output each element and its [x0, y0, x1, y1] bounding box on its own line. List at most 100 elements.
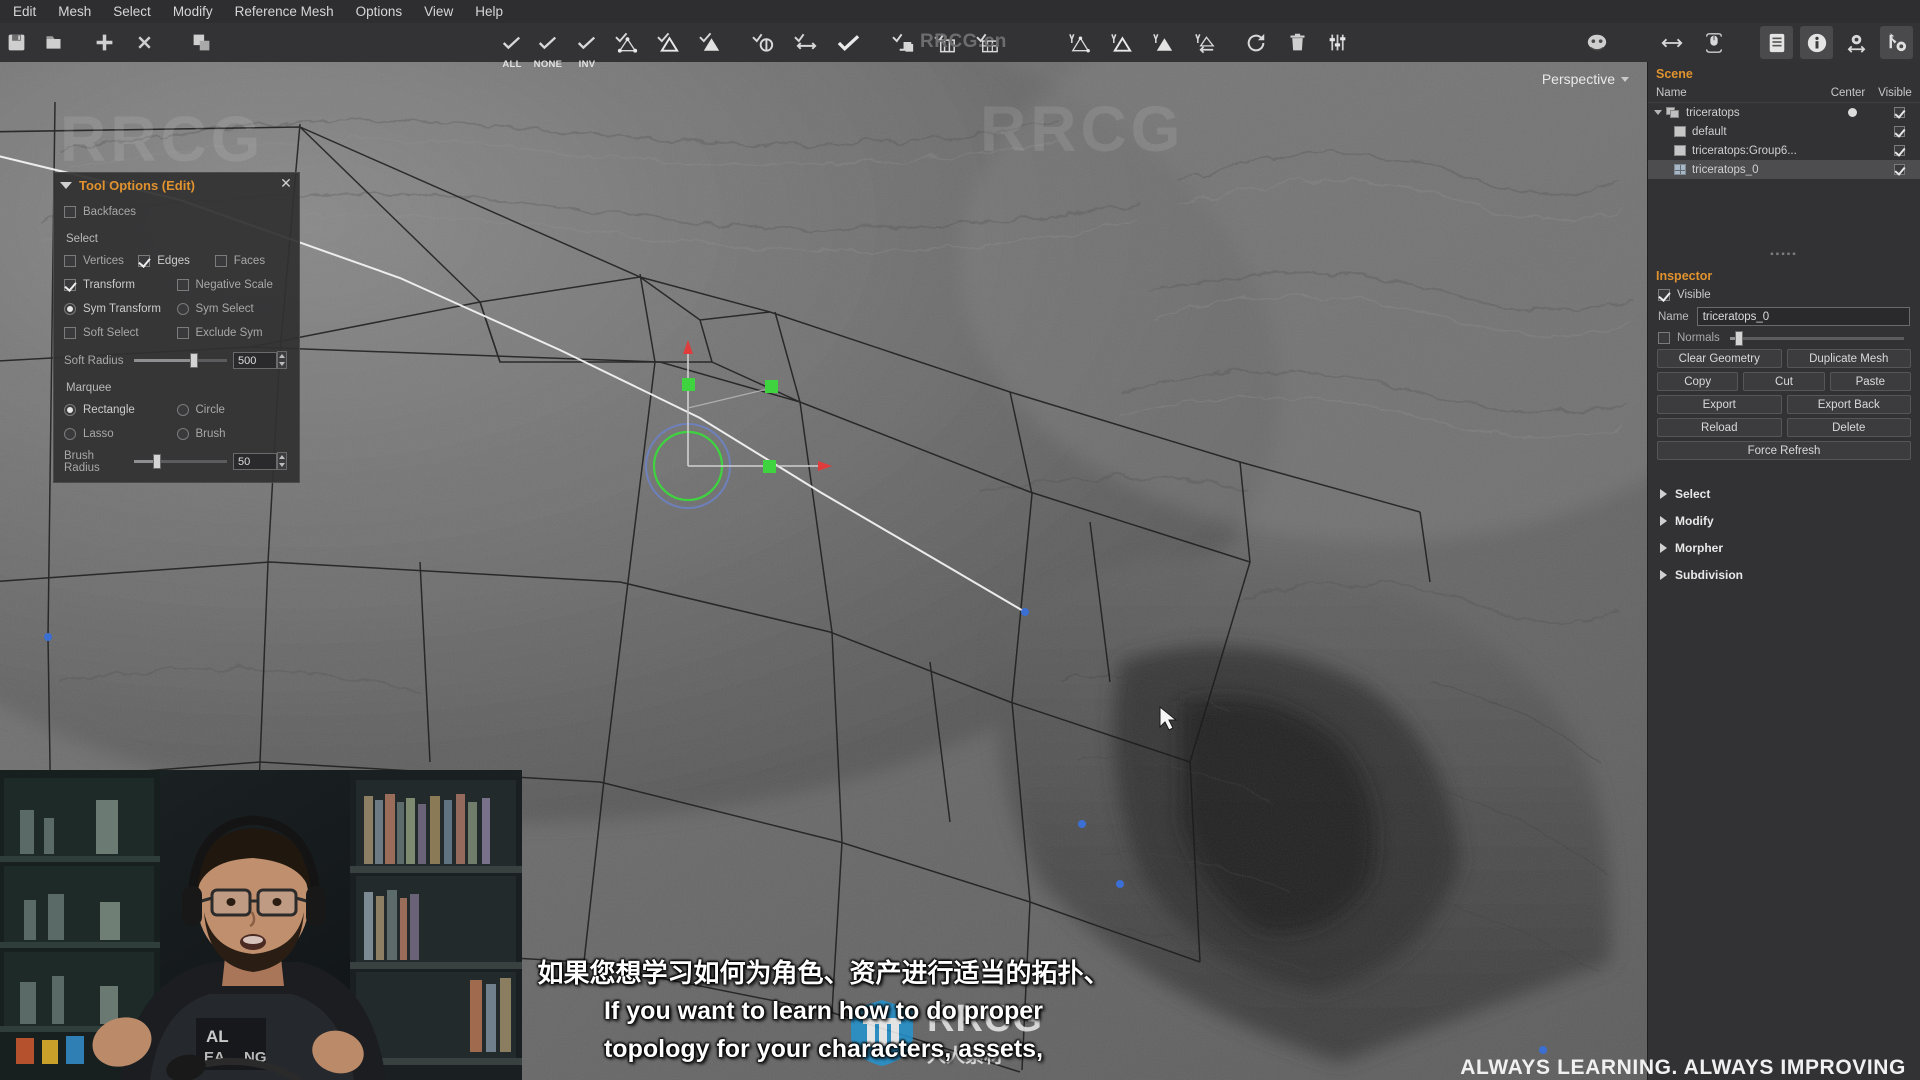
- inspector-visible-row[interactable]: Visible: [1648, 286, 1920, 304]
- copy-button[interactable]: Copy: [1657, 372, 1739, 391]
- transform-checkbox[interactable]: [64, 279, 76, 291]
- clipboard-icon[interactable]: [1760, 26, 1793, 59]
- section-modify[interactable]: Modify: [1648, 507, 1920, 534]
- select-all-icon[interactable]: [495, 26, 528, 59]
- marquee-brush-option[interactable]: Brush: [176, 428, 290, 440]
- refresh-icon[interactable]: [1239, 26, 1272, 59]
- export-button[interactable]: Export: [1657, 395, 1782, 414]
- sym-select-radio[interactable]: [176, 303, 189, 315]
- backfaces-row[interactable]: Backfaces: [64, 200, 289, 224]
- brush-radio[interactable]: [176, 428, 189, 440]
- tweak-edges-icon[interactable]: [1105, 26, 1138, 59]
- menu-item-help[interactable]: Help: [464, 1, 514, 22]
- close-icon[interactable]: ✕: [279, 176, 293, 190]
- exclude-sym-option[interactable]: Exclude Sym: [176, 327, 290, 339]
- vertices-checkbox[interactable]: [64, 255, 76, 267]
- sym-transform-radio[interactable]: [64, 303, 76, 315]
- soft-select-checkbox[interactable]: [64, 327, 76, 339]
- clear-geometry-button[interactable]: Clear Geometry: [1657, 349, 1782, 368]
- open-icon[interactable]: [37, 26, 70, 59]
- soft-radius-stepper[interactable]: [277, 350, 287, 369]
- tool-options-panel[interactable]: Tool Options (Edit) ✕ Backfaces Select V…: [53, 172, 300, 483]
- delete-icon[interactable]: [128, 26, 161, 59]
- tool-options-header[interactable]: Tool Options (Edit) ✕: [54, 173, 299, 197]
- soft-radius-value[interactable]: 500: [233, 352, 277, 369]
- cut-button[interactable]: Cut: [1743, 372, 1825, 391]
- circle-radio[interactable]: [176, 404, 189, 416]
- confirm-icon[interactable]: [832, 26, 865, 59]
- negative-scale-option[interactable]: Negative Scale: [176, 279, 290, 291]
- lasso-radio[interactable]: [64, 428, 76, 440]
- gear-move-icon[interactable]: [1840, 26, 1873, 59]
- scene-tree-row-triceratops[interactable]: triceratops: [1648, 103, 1920, 122]
- expand-caret-icon[interactable]: [1654, 110, 1662, 115]
- duplicate-icon[interactable]: [185, 26, 218, 59]
- marquee-circle-option[interactable]: Circle: [176, 404, 290, 416]
- normals-checkbox[interactable]: [1658, 332, 1670, 344]
- viewport-perspective-selector[interactable]: Perspective: [1542, 71, 1629, 87]
- trash-icon[interactable]: [1281, 26, 1314, 59]
- inspector-visible-checkbox[interactable]: [1658, 289, 1670, 301]
- select-faces-option[interactable]: Faces: [214, 255, 289, 267]
- menu-item-options[interactable]: Options: [345, 1, 414, 22]
- marquee-rectangle-option[interactable]: Rectangle: [64, 404, 177, 416]
- brush-radius-stepper[interactable]: [277, 451, 287, 470]
- negative-scale-checkbox[interactable]: [176, 279, 189, 291]
- delete-button[interactable]: Delete: [1786, 418, 1911, 437]
- sym-select-option[interactable]: Sym Select: [176, 303, 290, 315]
- soft-select-option[interactable]: Soft Select: [64, 327, 177, 339]
- brush-radius-value[interactable]: 50: [233, 453, 277, 470]
- transform-option[interactable]: Transform: [64, 279, 177, 291]
- exclude-sym-checkbox[interactable]: [176, 327, 189, 339]
- tweak-faces-icon[interactable]: [1147, 26, 1180, 59]
- select-vertices-option[interactable]: Vertices: [64, 255, 138, 267]
- menu-item-select[interactable]: Select: [102, 1, 162, 22]
- visible-checkbox[interactable]: [1893, 164, 1905, 175]
- convert-icon[interactable]: [748, 26, 781, 59]
- add-icon[interactable]: [88, 26, 121, 59]
- faces-checkbox[interactable]: [214, 255, 227, 267]
- mouse-icon[interactable]: [1697, 26, 1730, 59]
- scene-tree-row-group6[interactable]: triceratops:Group6...: [1648, 141, 1920, 160]
- menu-item-view[interactable]: View: [413, 1, 464, 22]
- normals-slider[interactable]: [1729, 330, 1904, 346]
- scene-tree-row-default[interactable]: default: [1648, 122, 1920, 141]
- visible-checkbox[interactable]: [1893, 107, 1905, 118]
- sym-transform-option[interactable]: Sym Transform: [64, 303, 177, 315]
- select-none-icon[interactable]: [531, 26, 564, 59]
- relax-icon[interactable]: [1189, 26, 1222, 59]
- export-back-button[interactable]: Export Back: [1786, 395, 1911, 414]
- select-faces-icon[interactable]: [695, 26, 728, 59]
- edges-checkbox[interactable]: [138, 255, 151, 267]
- section-subdivision[interactable]: Subdivision: [1648, 561, 1920, 588]
- info-icon[interactable]: [1800, 26, 1833, 59]
- rectangle-radio[interactable]: [64, 404, 76, 416]
- visible-checkbox[interactable]: [1893, 145, 1905, 156]
- reload-button[interactable]: Reload: [1657, 418, 1782, 437]
- extrude-icon[interactable]: [888, 26, 921, 59]
- paste-button[interactable]: Paste: [1829, 372, 1911, 391]
- marquee-lasso-option[interactable]: Lasso: [64, 428, 177, 440]
- brush-radius-slider[interactable]: [134, 454, 227, 469]
- backfaces-checkbox[interactable]: [64, 206, 76, 218]
- grow-shrink-icon[interactable]: [790, 26, 823, 59]
- select-edges-option[interactable]: Edges: [138, 255, 215, 267]
- center-indicator[interactable]: [1847, 108, 1857, 117]
- inspector-name-input[interactable]: triceratops_0: [1696, 307, 1910, 326]
- section-select[interactable]: Select: [1648, 480, 1920, 507]
- soft-radius-slider[interactable]: [134, 353, 227, 368]
- tweak-vertices-icon[interactable]: [1063, 26, 1096, 59]
- select-vertices-icon[interactable]: [611, 26, 644, 59]
- section-morpher[interactable]: Morpher: [1648, 534, 1920, 561]
- menu-item-edit[interactable]: Edit: [2, 1, 47, 22]
- collapse-triangle-icon[interactable]: [60, 181, 72, 189]
- menu-item-modify[interactable]: Modify: [162, 1, 224, 22]
- scene-tree-row-triceratops-0[interactable]: triceratops_0: [1648, 160, 1920, 179]
- menu-item-reference-mesh[interactable]: Reference Mesh: [224, 1, 345, 22]
- menu-item-mesh[interactable]: Mesh: [47, 1, 102, 22]
- panel-resize-grip[interactable]: ▪▪▪▪▪: [1648, 249, 1920, 260]
- mask-icon[interactable]: [1580, 26, 1613, 59]
- duplicate-mesh-button[interactable]: Duplicate Mesh: [1786, 349, 1911, 368]
- visible-checkbox[interactable]: [1893, 126, 1905, 137]
- wrench-gear-icon[interactable]: [1880, 26, 1913, 59]
